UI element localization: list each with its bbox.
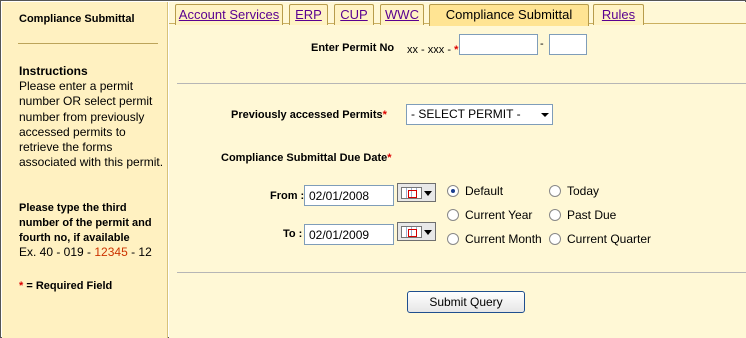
radio-current-year-control[interactable] <box>447 209 459 221</box>
tab-account-services[interactable]: Account Services <box>175 4 283 25</box>
permit-separator: - <box>540 38 544 50</box>
permit-label: Enter Permit No <box>311 42 395 54</box>
radio-current-quarter[interactable]: Current Quarter <box>549 232 651 246</box>
instructions: Instructions Please enter a permit numbe… <box>19 64 164 170</box>
radio-current-month-label: Current Month <box>465 232 542 246</box>
page-frame: Compliance Submittal Instructions Please… <box>0 0 746 338</box>
radio-current-month-control[interactable] <box>447 233 459 245</box>
radio-past-due-control[interactable] <box>549 209 561 221</box>
radio-current-quarter-control[interactable] <box>549 233 561 245</box>
permit-format-text: xx - xxx - <box>407 44 451 56</box>
chevron-down-icon <box>424 191 432 196</box>
due-date-label: Compliance Submittal Due Date* <box>221 152 392 164</box>
form-content: Enter Permit No xx - xxx - * - Previousl… <box>169 25 746 338</box>
example-prefix: Ex. 40 - 019 - <box>19 245 95 259</box>
sidebar-title: Compliance Submittal <box>19 13 135 25</box>
radio-default-control[interactable] <box>447 185 459 197</box>
radio-default[interactable]: Default <box>447 184 503 198</box>
previous-permits-text: Previously accessed Permits <box>231 109 383 121</box>
radio-current-quarter-label: Current Quarter <box>567 232 652 246</box>
permit-example: Ex. 40 - 019 - 12345 - 12 <box>19 245 152 259</box>
calendar-icon[interactable] <box>397 183 436 202</box>
previous-permits-label: Previously accessed Permits* <box>231 109 387 121</box>
previous-required-star: * <box>382 109 387 121</box>
sidebar: Compliance Submittal Instructions Please… <box>2 2 168 338</box>
radio-today-label: Today <box>567 184 600 198</box>
permit-number-input[interactable] <box>459 34 538 55</box>
example-highlight: 12345 <box>94 245 128 259</box>
calendar-icon[interactable] <box>397 222 436 241</box>
instructions-text: Please enter a permit number OR select p… <box>19 79 164 170</box>
tab-compliance-submittal[interactable]: Compliance Submittal <box>429 4 589 26</box>
radio-current-year[interactable]: Current Year <box>447 208 532 222</box>
chevron-down-icon <box>424 230 432 235</box>
from-label: From : <box>270 190 305 202</box>
radio-past-due-label: Past Due <box>567 208 617 222</box>
required-field-text: = Required Field <box>23 280 113 292</box>
chevron-down-icon <box>541 113 549 117</box>
tab-rules[interactable]: Rules <box>593 4 644 25</box>
due-date-required-star: * <box>387 152 392 164</box>
to-date-input[interactable] <box>304 224 394 245</box>
section-divider-bottom <box>177 272 746 273</box>
permit-format: xx - xxx - * <box>407 44 458 56</box>
permit-select-value: - SELECT PERMIT - <box>411 107 521 121</box>
submit-query-button[interactable]: Submit Query <box>407 291 525 313</box>
tab-erp[interactable]: ERP <box>289 4 328 25</box>
permit-select[interactable]: - SELECT PERMIT - <box>406 104 553 125</box>
radio-today[interactable]: Today <box>549 184 599 198</box>
section-divider-top <box>177 83 746 84</box>
tab-strip: Account Services ERP CUP WWC Compliance … <box>169 2 746 26</box>
tab-wwc[interactable]: WWC <box>380 4 424 25</box>
permit-suffix-input[interactable] <box>549 34 587 55</box>
from-date-input[interactable] <box>304 185 394 206</box>
radio-today-control[interactable] <box>549 185 561 197</box>
sidebar-divider <box>18 43 158 44</box>
calendar-grid-icon <box>401 187 422 199</box>
required-field-note: * = Required Field <box>19 280 112 292</box>
calendar-grid-icon <box>401 226 422 238</box>
to-label: To : <box>283 228 303 240</box>
main-panel: Account Services ERP CUP WWC Compliance … <box>169 2 746 338</box>
radio-past-due[interactable]: Past Due <box>549 208 616 222</box>
instructions-heading: Instructions <box>19 64 88 78</box>
example-suffix: - 12 <box>127 245 152 259</box>
radio-current-year-label: Current Year <box>465 208 533 222</box>
radio-default-label: Default <box>465 184 504 198</box>
radio-current-month[interactable]: Current Month <box>447 232 542 246</box>
permit-hint: Please type the third number of the perm… <box>19 202 152 244</box>
tab-cup[interactable]: CUP <box>334 4 374 25</box>
permit-required-star: * <box>454 44 459 56</box>
due-date-text: Compliance Submittal Due Date <box>221 152 388 164</box>
